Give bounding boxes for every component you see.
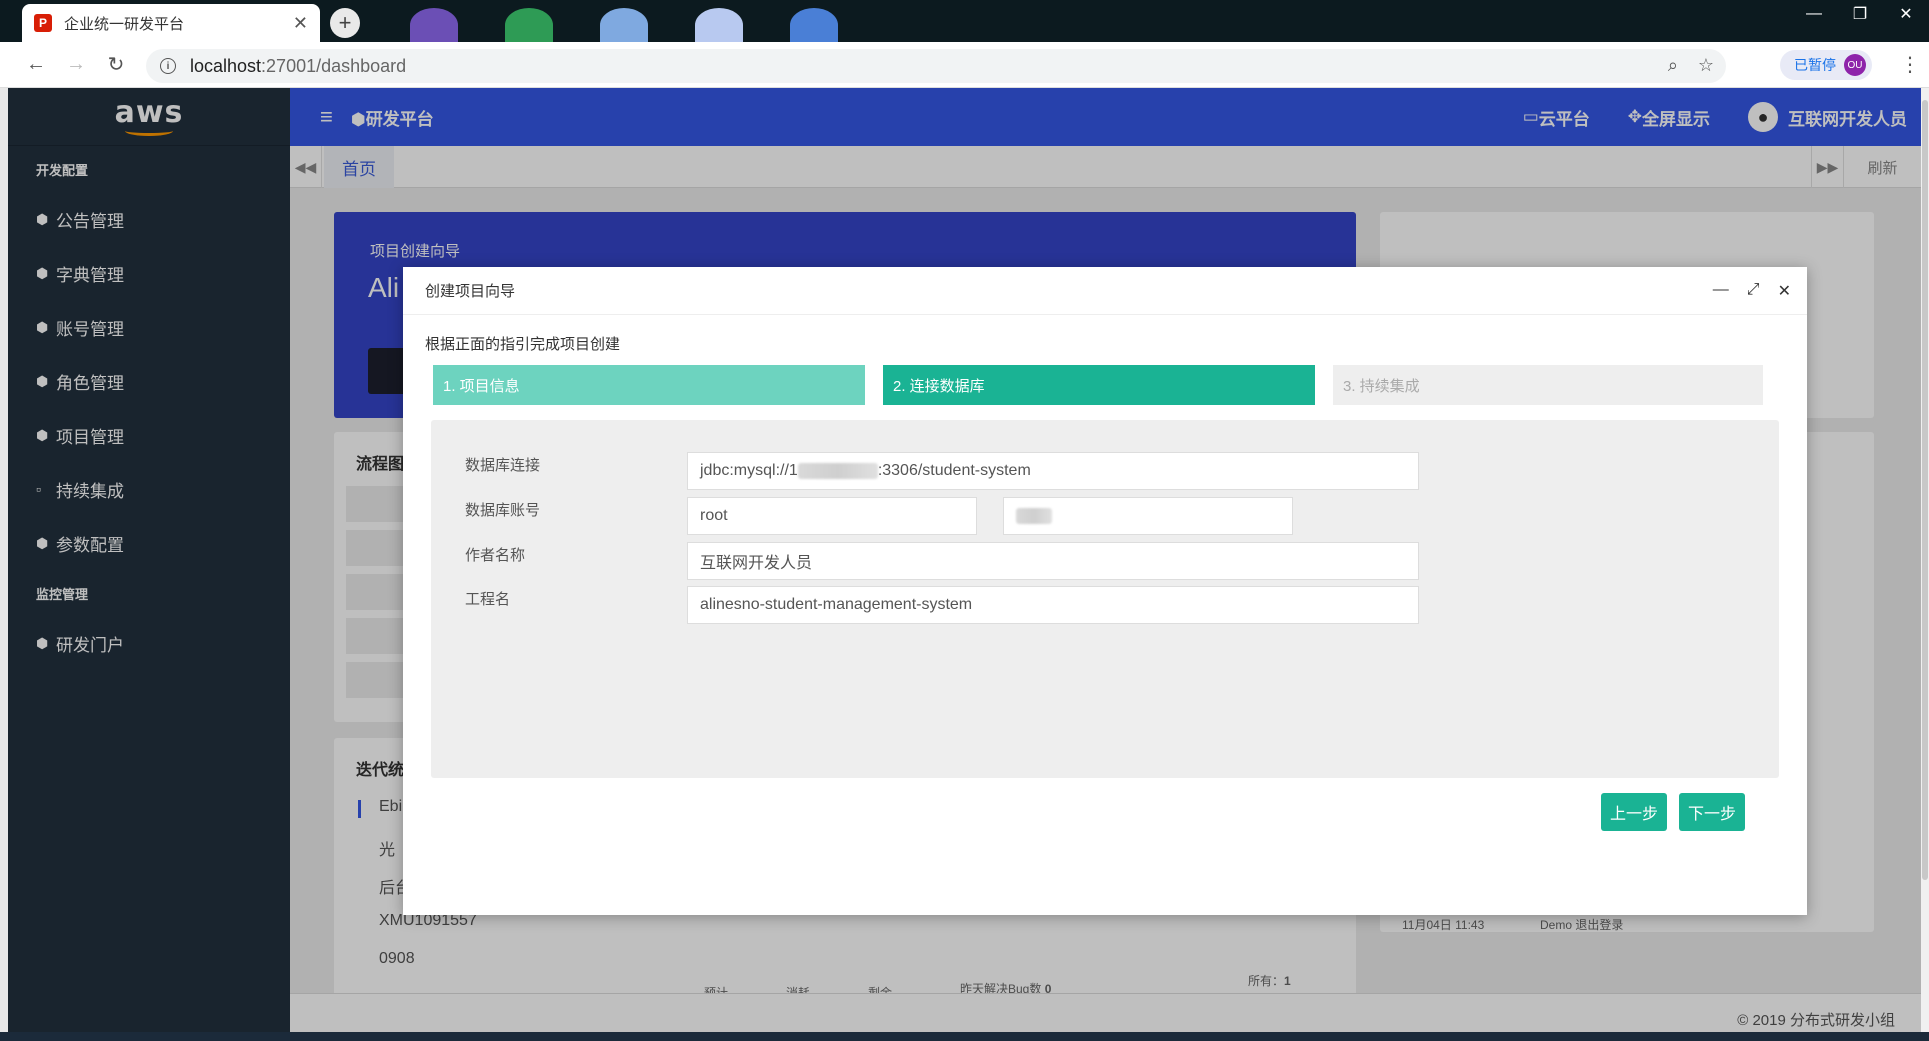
dialog-title: 创建项目向导 xyxy=(403,267,1807,315)
browser-menu-icon[interactable]: ⋮ xyxy=(1900,52,1920,77)
create-project-dialog: 创建项目向导 — ⤢ ✕ 根据正面的指引完成项目创建 1. 项目信息 2. 连接… xyxy=(403,267,1807,915)
desktop-app-icon xyxy=(600,8,648,42)
back-icon[interactable]: ← xyxy=(16,53,56,76)
paused-label: 已暂停 xyxy=(1794,57,1836,73)
prev-step-button[interactable]: 上一步 xyxy=(1601,793,1667,831)
url-path: :27001/dashboard xyxy=(261,55,407,76)
next-step-button[interactable]: 下一步 xyxy=(1679,793,1745,831)
redacted-blur xyxy=(1016,508,1052,524)
close-dialog-icon[interactable]: ✕ xyxy=(1778,281,1791,301)
window-close-icon[interactable]: ✕ xyxy=(1883,0,1929,28)
app-page: aws 开发配置 ⬢ 公告管理 ⬢ 字典管理 ⬢ 账号管理 ⬢ 角色管理 ⬢ 项目管理 ▫… xyxy=(8,88,1921,1041)
restore-icon[interactable]: ❐ xyxy=(1837,0,1883,28)
redacted-blur xyxy=(797,463,878,479)
window-controls: — ❐ ✕ xyxy=(1791,0,1929,28)
star-icon[interactable]: ☆ xyxy=(1698,55,1714,76)
project-name-input[interactable]: alinesno-student-management-system xyxy=(687,586,1419,624)
db-account-label: 数据库账号 xyxy=(465,502,541,519)
reload-icon[interactable]: ↻ xyxy=(96,52,136,77)
step-project-info[interactable]: 1. 项目信息 xyxy=(433,365,865,405)
zoom-search-icon[interactable]: ⌕ xyxy=(1668,55,1678,76)
desktop-app-icon xyxy=(790,8,838,42)
db-conn-prefix: jdbc:mysql://1 xyxy=(700,462,798,479)
maximize-dialog-icon[interactable]: ⤢ xyxy=(1747,281,1760,301)
minimize-dialog-icon[interactable]: — xyxy=(1713,281,1729,301)
forward-icon[interactable]: → xyxy=(56,53,96,76)
db-conn-label: 数据库连接 xyxy=(465,457,541,474)
os-taskbar xyxy=(0,1032,1929,1041)
tab-favicon-icon: P xyxy=(34,14,52,32)
tab-close-icon[interactable]: ✕ xyxy=(293,13,308,34)
profile-avatar: OU xyxy=(1844,54,1866,76)
browser-tabbar: P 企业统一研发平台 ✕ + — ❐ ✕ xyxy=(0,0,1929,42)
desktop-app-icon xyxy=(695,8,743,42)
dialog-description: 根据正面的指引完成项目创建 xyxy=(425,336,621,353)
desktop-app-icon xyxy=(505,8,553,42)
minimize-icon[interactable]: — xyxy=(1791,0,1837,28)
db-form: 数据库连接 jdbc:mysql://1 :3306/student-system… xyxy=(431,420,1779,778)
page-scrollbar-thumb[interactable] xyxy=(1922,100,1928,880)
step-connect-db[interactable]: 2. 连接数据库 xyxy=(883,365,1315,405)
url-input[interactable]: i localhost:27001/dashboard ⌕ ☆ xyxy=(146,49,1726,83)
author-label: 作者名称 xyxy=(465,547,526,564)
tab-title: 企业统一研发平台 xyxy=(64,15,185,33)
browser-tab[interactable]: P 企业统一研发平台 ✕ xyxy=(22,4,320,42)
author-input[interactable]: 互联网开发人员 xyxy=(687,542,1419,580)
profile-paused-button[interactable]: 已暂停 OU xyxy=(1780,50,1872,80)
new-tab-button[interactable]: + xyxy=(330,8,360,38)
db-user-input[interactable]: root xyxy=(687,497,977,535)
db-conn-suffix: :3306/student-system xyxy=(877,462,1031,479)
address-bar: ← → ↻ i localhost:27001/dashboard ⌕ ☆ 已暂… xyxy=(0,42,1929,88)
db-conn-input[interactable]: jdbc:mysql://1 :3306/student-system xyxy=(687,452,1419,490)
project-name-label: 工程名 xyxy=(465,591,511,608)
db-password-input[interactable] xyxy=(1003,497,1293,535)
info-icon[interactable]: i xyxy=(160,58,176,74)
desktop-app-icon xyxy=(410,8,458,42)
step-ci[interactable]: 3. 持续集成 xyxy=(1333,365,1763,405)
wizard-steps: 1. 项目信息 2. 连接数据库 3. 持续集成 xyxy=(433,365,1763,405)
dialog-tools: — ⤢ ✕ xyxy=(1713,281,1791,301)
url-host: localhost xyxy=(190,55,262,76)
